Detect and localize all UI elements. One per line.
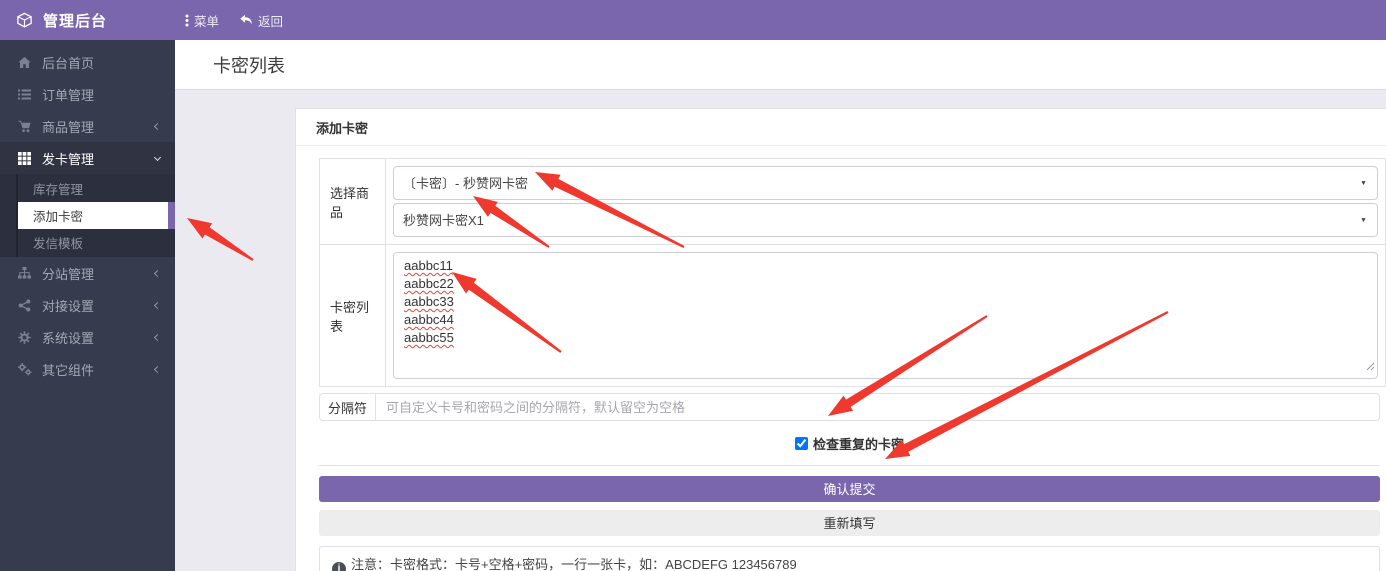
card-line: aabbc33 xyxy=(404,293,454,311)
menu-button[interactable]: 菜单 xyxy=(185,11,219,30)
sidebar-subitem-label: 发信模板 xyxy=(33,233,83,252)
chevron-left-icon xyxy=(154,122,161,129)
check-duplicates-row: 检查重复的卡密 xyxy=(319,421,1380,466)
sidebar-item-other-components[interactable]: 其它组件 xyxy=(0,353,175,385)
sidebar: 后台首页 订单管理 商品管理 发卡管理 库存管理 添加卡密 发信模板 xyxy=(0,40,175,571)
sidebar-item-label: 其它组件 xyxy=(42,360,94,379)
product-row: 选择商品 〔卡密〕- 秒赞网卡密 秒赞网卡密X1 xyxy=(320,159,1386,245)
sidebar-item-label: 对接设置 xyxy=(42,296,94,315)
card-line: aabbc22 xyxy=(404,275,454,293)
submit-button[interactable]: 确认提交 xyxy=(319,476,1380,502)
card-line: aabbc44 xyxy=(404,311,454,329)
chevron-left-icon xyxy=(154,365,161,372)
card-list-textarea[interactable]: aabbc11 aabbc22 aabbc33 aabbc44 aabbc55 xyxy=(393,252,1378,379)
card-management-submenu: 库存管理 添加卡密 发信模板 xyxy=(0,174,175,257)
chevron-down-icon xyxy=(154,153,161,160)
product-label: 选择商品 xyxy=(320,159,386,245)
top-header: 管理后台 菜单 返回 xyxy=(0,0,1386,40)
note-box: 注意：卡密格式：卡号+空格+密码，一行一张卡，如：ABCDEFG 1234567… xyxy=(319,546,1380,571)
check-duplicates-checkbox[interactable] xyxy=(795,437,808,450)
gears-icon xyxy=(18,363,33,376)
separator-group: 分隔符 xyxy=(319,393,1380,421)
product-select-2[interactable]: 秒赞网卡密X1 xyxy=(393,203,1378,237)
menu-label: 菜单 xyxy=(194,11,219,30)
sidebar-item-label: 分站管理 xyxy=(42,264,94,283)
sidebar-item-label: 发卡管理 xyxy=(42,149,94,168)
card-line: aabbc55 xyxy=(404,329,454,347)
sidebar-item-label: 后台首页 xyxy=(42,53,94,72)
page-titlebar: 卡密列表 xyxy=(175,40,1386,90)
brand: 管理后台 xyxy=(0,10,175,31)
gear-icon xyxy=(18,331,33,344)
sidebar-subitem-label: 添加卡密 xyxy=(33,206,83,225)
note-line-1: 注意：卡密格式：卡号+空格+密码，一行一张卡，如：ABCDEFG 1234567… xyxy=(332,554,1367,571)
note-text-1: 注意：卡密格式：卡号+空格+密码，一行一张卡，如：ABCDEFG 1234567… xyxy=(351,557,797,571)
sidebar-item-label: 系统设置 xyxy=(42,328,94,347)
back-button[interactable]: 返回 xyxy=(239,11,283,30)
reset-button[interactable]: 重新填写 xyxy=(319,510,1380,536)
sidebar-item-stock[interactable]: 库存管理 xyxy=(0,175,175,202)
grid-icon xyxy=(18,152,33,165)
sidebar-item-system-settings[interactable]: 系统设置 xyxy=(0,321,175,353)
product-select-1-wrap: 〔卡密〕- 秒赞网卡密 xyxy=(393,166,1378,200)
sidebar-item-products[interactable]: 商品管理 xyxy=(0,110,175,142)
card-list-row: 卡密列表 aabbc11 aabbc22 aabbc33 aabbc44 aab… xyxy=(320,245,1386,387)
sidebar-subitem-label: 库存管理 xyxy=(33,179,83,198)
sidebar-item-label: 商品管理 xyxy=(42,117,94,136)
chevron-left-icon xyxy=(154,301,161,308)
sidebar-item-label: 订单管理 xyxy=(42,85,94,104)
home-icon xyxy=(18,56,33,69)
separator-input[interactable] xyxy=(376,394,1379,420)
card-line: aabbc11 xyxy=(404,257,453,275)
sidebar-item-card-management[interactable]: 发卡管理 xyxy=(0,142,175,174)
sidebar-item-orders[interactable]: 订单管理 xyxy=(0,78,175,110)
card-list-label: 卡密列表 xyxy=(320,245,386,387)
main-content: 卡密列表 添加卡密 选择商品 〔卡密〕- 秒赞网卡密 xyxy=(175,40,1386,571)
add-card-panel: 添加卡密 选择商品 〔卡密〕- 秒赞网卡密 xyxy=(295,108,1386,571)
nodes-icon xyxy=(18,299,33,312)
add-card-form: 选择商品 〔卡密〕- 秒赞网卡密 秒赞网卡密X1 xyxy=(319,158,1386,387)
chevron-left-icon xyxy=(154,269,161,276)
back-label: 返回 xyxy=(258,11,283,30)
reply-icon xyxy=(239,14,253,26)
app-title: 管理后台 xyxy=(43,10,107,31)
sidebar-item-dashboard[interactable]: 后台首页 xyxy=(0,46,175,78)
sidebar-item-add-card[interactable]: 添加卡密 xyxy=(18,202,175,229)
product-select-2-wrap: 秒赞网卡密X1 xyxy=(393,203,1378,237)
sidebar-item-mail-template[interactable]: 发信模板 xyxy=(0,229,175,256)
list-icon xyxy=(18,88,33,101)
menu-dots-icon xyxy=(185,14,189,27)
chevron-left-icon xyxy=(154,333,161,340)
product-select-1[interactable]: 〔卡密〕- 秒赞网卡密 xyxy=(393,166,1378,200)
sitemap-icon xyxy=(18,267,33,279)
resize-grip-icon[interactable] xyxy=(1366,358,1375,376)
sidebar-item-api-settings[interactable]: 对接设置 xyxy=(0,289,175,321)
sidebar-item-subsites[interactable]: 分站管理 xyxy=(0,257,175,289)
page-title: 卡密列表 xyxy=(213,52,285,78)
info-icon xyxy=(332,562,346,571)
check-duplicates-label: 检查重复的卡密 xyxy=(813,434,904,453)
separator-label: 分隔符 xyxy=(320,394,376,420)
cart-icon xyxy=(18,120,33,133)
cube-icon xyxy=(16,12,33,29)
panel-title: 添加卡密 xyxy=(296,109,1386,146)
